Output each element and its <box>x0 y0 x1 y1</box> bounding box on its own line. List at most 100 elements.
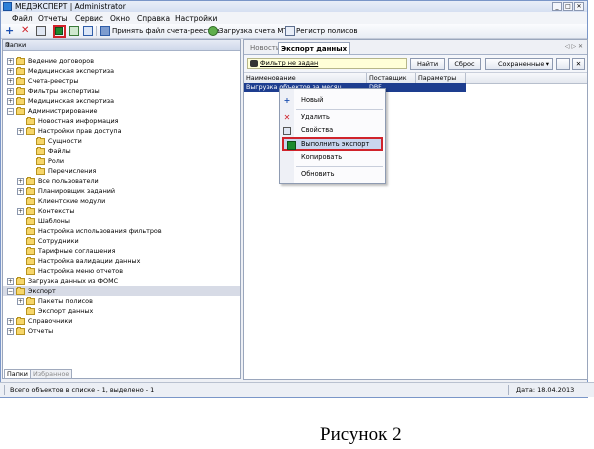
tree-item[interactable]: Новостная информация <box>3 116 240 126</box>
menu-file[interactable]: Файл <box>12 14 33 23</box>
tab-navigation[interactable]: ◁ ▷ ✕ <box>565 43 583 50</box>
folder-icon <box>26 297 35 305</box>
refresh-icon[interactable] <box>83 26 93 36</box>
col-supplier[interactable]: Поставщик <box>367 73 416 83</box>
close-window-button[interactable]: ✕ <box>574 2 584 11</box>
expand-icon[interactable]: + <box>7 67 14 75</box>
folder-icon <box>26 177 35 185</box>
tree-item[interactable]: Клиентские модули <box>3 196 240 206</box>
menu-item-copy-label: Копировать <box>301 153 343 161</box>
pin-icon[interactable]: ⇕ <box>5 41 237 49</box>
tree-item-label: Счета-реестры <box>28 77 79 85</box>
status-objects: Всего объектов в списке - 1, выделено - … <box>10 386 155 394</box>
expand-icon[interactable]: + <box>7 77 14 85</box>
menu-help[interactable]: Справка <box>137 14 170 23</box>
maximize-button[interactable]: □ <box>563 2 573 11</box>
collapse-icon[interactable]: − <box>7 287 14 295</box>
filter-field[interactable]: Фильтр не задан <box>247 58 407 69</box>
folders-pane-header: Папки ⇕ <box>3 40 240 51</box>
toolbar: + ✕ Принять файл счета-реестра Загрузка … <box>1 24 587 39</box>
tree-item[interactable]: Роли <box>3 156 240 166</box>
minimize-button[interactable]: _ <box>552 2 562 11</box>
tree-item[interactable]: Перечисления <box>3 166 240 176</box>
expand-icon[interactable]: + <box>7 277 14 285</box>
tree-item[interactable]: Файлы <box>3 146 240 156</box>
col-name[interactable]: Наименование <box>244 73 367 83</box>
menu-item-run-export[interactable]: Выполнить экспорт <box>282 137 383 151</box>
find-button[interactable]: Найти <box>410 58 445 70</box>
expand-icon[interactable]: + <box>7 317 14 325</box>
toolbar-export-highlight <box>53 25 66 38</box>
expand-icon[interactable]: + <box>7 57 14 65</box>
add-icon[interactable]: + <box>5 25 15 36</box>
tree-item[interactable]: Настройка использования фильтров <box>3 226 240 236</box>
expand-icon[interactable]: + <box>7 97 14 105</box>
expand-icon[interactable]: + <box>17 207 24 215</box>
menu-item-new[interactable]: + Новый <box>280 94 385 107</box>
tree-item[interactable]: + Фильтры экспертизы <box>3 86 240 96</box>
tree-item[interactable]: + Все пользователи <box>3 176 240 186</box>
tree-item[interactable]: Экспорт данных <box>3 306 240 316</box>
tree-item[interactable]: + Планировщик заданий <box>3 186 240 196</box>
tree-item-label: Настройка валидации данных <box>38 257 141 265</box>
tree-item[interactable]: + Справочники <box>3 316 240 326</box>
tree-item[interactable]: − Экспорт <box>3 286 240 296</box>
menu-item-copy[interactable]: Копировать <box>280 151 385 164</box>
tree-item[interactable]: + Контексты <box>3 206 240 216</box>
menu-item-properties[interactable]: Свойства <box>280 124 385 137</box>
policy-register-button[interactable]: Регистр полисов <box>296 27 358 35</box>
tree-item-label: Контексты <box>38 207 75 215</box>
collapse-icon[interactable]: − <box>7 107 14 115</box>
tree-item[interactable]: Сотрудники <box>3 236 240 246</box>
folder-icon <box>16 87 25 95</box>
tree-item[interactable]: + Загрузка данных из ФОМС <box>3 276 240 286</box>
tree-item[interactable]: + Медицинская экспертиза <box>3 66 240 76</box>
tree-item-label: Настройка меню отчетов <box>38 267 123 275</box>
tab-folders[interactable]: Папки <box>4 369 31 379</box>
accept-invoice-button[interactable]: Принять файл счета-реестра <box>112 27 220 35</box>
menu-settings[interactable]: Настройки <box>175 14 217 23</box>
tree-item[interactable]: + Настройки прав доступа <box>3 126 240 136</box>
col-params[interactable]: Параметры <box>416 73 466 83</box>
menu-window[interactable]: Окно <box>110 14 130 23</box>
expand-icon[interactable]: + <box>17 297 24 305</box>
tree-item[interactable]: − Администрирование <box>3 106 240 116</box>
saved-filters-button[interactable]: Сохраненные ▾ <box>485 58 553 70</box>
filter-label[interactable]: Фильтр не задан <box>260 59 318 68</box>
app-icon <box>3 2 12 11</box>
properties-icon <box>283 127 291 135</box>
tab-favorites[interactable]: Избранное <box>30 369 73 379</box>
tree-item[interactable]: Настройка валидации данных <box>3 256 240 266</box>
folder-icon <box>36 167 45 175</box>
expand-icon[interactable]: + <box>17 127 24 135</box>
tree-item[interactable]: + Медицинская экспертиза <box>3 96 240 106</box>
tree-item[interactable]: Настройка меню отчетов <box>3 266 240 276</box>
tree-item-label: Пакеты полисов <box>38 297 93 305</box>
tree-item[interactable]: Сущности <box>3 136 240 146</box>
reset-button[interactable]: Сброс <box>448 58 481 70</box>
tree-item[interactable]: Шаблоны <box>3 216 240 226</box>
menu-item-properties-label: Свойства <box>301 126 334 134</box>
filter-settings-button[interactable] <box>556 58 570 70</box>
copy-icon[interactable] <box>69 26 79 36</box>
close-filter-button[interactable]: ✕ <box>572 58 585 70</box>
menu-reports[interactable]: Отчеты <box>38 14 68 23</box>
tree-item[interactable]: + Отчеты <box>3 326 240 336</box>
expand-icon[interactable]: + <box>17 187 24 195</box>
tree-item[interactable]: + Счета-реестры <box>3 76 240 86</box>
tree-item-label: Новостная информация <box>38 117 119 125</box>
menu-item-delete-label: Удалить <box>301 113 330 121</box>
expand-icon[interactable]: + <box>7 87 14 95</box>
tab-export-data[interactable]: Экспорт данных <box>278 42 351 54</box>
menu-service[interactable]: Сервис <box>75 14 103 23</box>
tree-item[interactable]: + Пакеты полисов <box>3 296 240 306</box>
properties-icon[interactable] <box>36 26 46 36</box>
expand-icon[interactable]: + <box>17 177 24 185</box>
expand-icon[interactable]: + <box>7 327 14 335</box>
menu-item-refresh[interactable]: Обновить <box>280 168 385 181</box>
menu-item-delete[interactable]: ✕ Удалить <box>280 111 385 124</box>
tree-item[interactable]: Тарифные соглашения <box>3 246 240 256</box>
delete-icon[interactable]: ✕ <box>21 26 31 36</box>
tree-item[interactable]: + Ведение договоров <box>3 56 240 66</box>
upload-mtr-button[interactable]: Загрузка счета МТР <box>219 27 292 35</box>
